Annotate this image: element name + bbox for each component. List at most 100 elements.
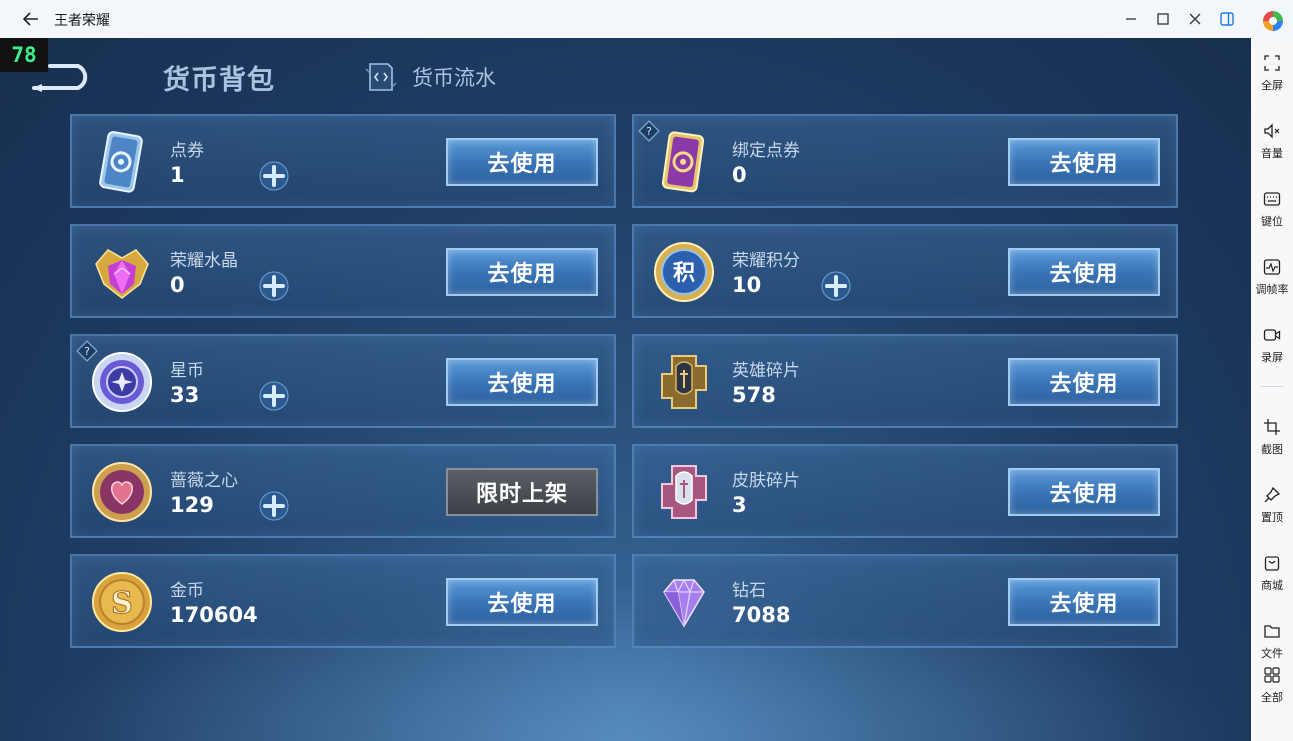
use-button[interactable]: 去使用 — [1008, 578, 1160, 626]
currency-card-glory-points: 积 荣耀积分 10 去使用 — [632, 224, 1178, 318]
use-button[interactable]: 去使用 — [1008, 248, 1160, 296]
sidebar-item-pin[interactable]: 置顶 — [1251, 482, 1293, 532]
sidebar-item-label: 文件 — [1261, 647, 1283, 660]
sidebar-item-label: 全屏 — [1261, 79, 1283, 92]
sidebar-item-volume[interactable]: 音量 — [1251, 118, 1293, 168]
plus-icon[interactable] — [820, 270, 852, 302]
limited-time-button[interactable]: 限时上架 — [446, 468, 598, 516]
frame-rate-icon — [1263, 259, 1281, 275]
currency-name: 英雄碎片 — [732, 361, 800, 381]
gold-coin-icon: S — [92, 572, 152, 632]
rose-heart-icon — [92, 462, 152, 522]
currency-amount: 170604 — [170, 603, 258, 627]
currency-amount: 129 — [170, 493, 214, 517]
tab-currency-wallet[interactable]: 货币背包 — [163, 58, 275, 97]
currency-amount: 0 — [732, 163, 747, 187]
currency-name: 点券 — [170, 141, 204, 161]
currency-name: 蔷薇之心 — [170, 471, 238, 491]
fullscreen-icon — [1264, 55, 1280, 71]
volume-icon — [1264, 123, 1280, 139]
plus-icon[interactable] — [258, 380, 290, 412]
emulator-logo-icon — [1263, 11, 1283, 31]
currency-name: 钻石 — [732, 581, 766, 601]
sidebar-item-label: 置顶 — [1261, 511, 1283, 524]
grid-icon — [1264, 667, 1280, 683]
glory-crystal-icon — [95, 249, 149, 299]
currency-card-star-coin: ? 星币 33 去使用 — [70, 334, 616, 428]
tab-currency-flow[interactable]: 货币流水 — [362, 60, 496, 94]
sidebar-item-screenshot[interactable]: 截图 — [1251, 414, 1293, 464]
sidebar-item-label: 音量 — [1261, 147, 1283, 160]
star-coin-icon — [92, 352, 152, 412]
currency-amount: 10 — [732, 273, 762, 297]
currency-amount: 578 — [732, 383, 776, 407]
sidebar-item-label: 截图 — [1261, 443, 1283, 456]
currency-amount: 33 — [170, 383, 200, 407]
game-viewport: 78 货币背包 货币流水 点券 1 去使用 ? 绑定点券 0 去使用 荣耀水晶 … — [0, 38, 1251, 741]
currency-amount: 7088 — [732, 603, 791, 627]
record-icon — [1263, 329, 1281, 341]
screenshot-icon — [1264, 419, 1280, 435]
hero-fragment-icon — [661, 355, 707, 409]
sidebar-item-label: 键位 — [1261, 215, 1283, 228]
window-title-bar: 王者荣耀 — [0, 0, 1293, 38]
currency-amount: 0 — [170, 273, 185, 297]
currency-card-rose-heart: 蔷薇之心 129 限时上架 — [70, 444, 616, 538]
use-button[interactable]: 去使用 — [1008, 468, 1160, 516]
sidebar-item-label: 调帧率 — [1255, 283, 1289, 296]
sidebar-item-fullscreen[interactable]: 全屏 — [1251, 50, 1293, 100]
plus-icon[interactable] — [258, 490, 290, 522]
store-icon — [1264, 556, 1280, 571]
use-button[interactable]: 去使用 — [1008, 138, 1160, 186]
sidebar-item-label: 全部 — [1261, 691, 1283, 704]
sidebar-item-files[interactable]: 文件 — [1251, 618, 1293, 668]
keyboard-icon — [1263, 192, 1281, 206]
sidebar-item-store[interactable]: 商城 — [1251, 550, 1293, 600]
glory-points-icon: 积 — [654, 242, 714, 302]
plus-icon[interactable] — [258, 160, 290, 192]
plus-icon[interactable] — [258, 270, 290, 302]
currency-name: 星币 — [170, 361, 204, 381]
panel-toggle-icon[interactable] — [1216, 8, 1238, 30]
voucher-icon — [99, 131, 143, 193]
sidebar-divider — [1260, 386, 1284, 387]
currency-name: 绑定点券 — [732, 141, 800, 161]
currency-card-glory-crystal: 荣耀水晶 0 去使用 — [70, 224, 616, 318]
currency-card-gold-coin: S 金币 170604 去使用 — [70, 554, 616, 648]
diamond-icon — [663, 578, 705, 628]
currency-flow-icon — [365, 63, 397, 91]
use-button[interactable]: 去使用 — [446, 578, 598, 626]
currency-amount: 1 — [170, 163, 185, 187]
close-icon[interactable] — [1184, 8, 1206, 30]
currency-amount: 3 — [732, 493, 747, 517]
sidebar-item-label: 商城 — [1261, 579, 1283, 592]
currency-card-voucher: 点券 1 去使用 — [70, 114, 616, 208]
sidebar-item-all[interactable]: 全部 — [1251, 662, 1293, 712]
maximize-icon[interactable] — [1152, 8, 1174, 30]
pin-icon — [1264, 486, 1281, 503]
svg-text:S: S — [111, 586, 133, 621]
use-button[interactable]: 去使用 — [446, 248, 598, 296]
currency-name: 荣耀水晶 — [170, 251, 238, 271]
currency-name: 金币 — [170, 581, 204, 601]
window-title: 王者荣耀 — [54, 13, 110, 29]
emulator-sidebar: 全屏 音量 键位 调帧率 录屏 截图 置顶 商城 文件 全部 — [1251, 38, 1293, 741]
sidebar-item-keymap[interactable]: 键位 — [1251, 186, 1293, 236]
use-button[interactable]: 去使用 — [1008, 358, 1160, 406]
use-button[interactable]: 去使用 — [446, 138, 598, 186]
minimize-icon[interactable] — [1120, 8, 1142, 30]
back-arrow-icon[interactable] — [18, 7, 44, 31]
use-button[interactable]: 去使用 — [446, 358, 598, 406]
sidebar-item-frame-rate[interactable]: 调帧率 — [1251, 254, 1293, 304]
folder-icon — [1264, 625, 1280, 638]
bound-voucher-icon — [661, 131, 705, 193]
return-icon[interactable] — [28, 60, 94, 94]
svg-text:积: 积 — [673, 261, 695, 286]
sidebar-item-label: 录屏 — [1261, 351, 1283, 364]
currency-card-skin-fragment: 皮肤碎片 3 去使用 — [632, 444, 1178, 538]
currency-card-diamond: 钻石 7088 去使用 — [632, 554, 1178, 648]
sidebar-item-record[interactable]: 录屏 — [1251, 322, 1293, 372]
skin-fragment-icon — [661, 465, 707, 519]
currency-card-hero-fragment: 英雄碎片 578 去使用 — [632, 334, 1178, 428]
currency-card-bound-voucher: ? 绑定点券 0 去使用 — [632, 114, 1178, 208]
